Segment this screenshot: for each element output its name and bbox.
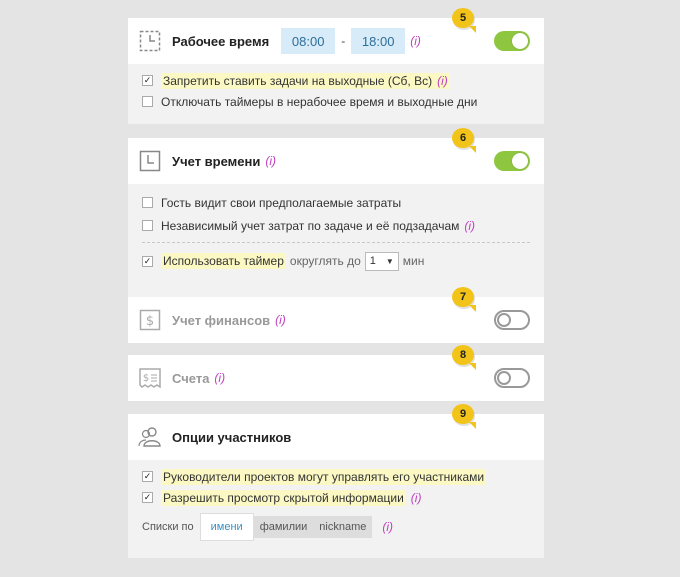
work-time-section: Рабочее время 08:00 - 18:00 (i) 5 ✓ Запр… [128, 8, 544, 124]
option-weekend-tasks[interactable]: ✓ Запретить ставить задачи на выходные (… [142, 70, 530, 91]
round-select[interactable]: 1 ▼ [364, 251, 399, 271]
checkbox-checked[interactable]: ✓ [142, 492, 153, 503]
step-badge-7: 7 [452, 287, 476, 312]
round-unit: мин [402, 254, 425, 268]
work-time-header: Рабочее время 08:00 - 18:00 (i) 5 [128, 8, 544, 64]
chevron-down-icon: ▼ [385, 256, 394, 266]
invoices-info-icon[interactable]: (i) [214, 371, 225, 385]
list-by-row: Списки по имени фамилии nickname (i) [142, 512, 530, 542]
invoices-header: $ Счета (i) 8 [128, 345, 544, 401]
svg-text:$: $ [146, 314, 154, 329]
checkbox-checked[interactable]: ✓ [142, 471, 153, 482]
step-badge-9: 9 [452, 404, 476, 429]
toggle-knob [512, 33, 528, 49]
work-time-icon [138, 29, 162, 53]
members-header: Опции участников 9 [128, 404, 544, 460]
option-guest-costs[interactable]: Гость видит свои предполагаемые затраты [142, 192, 530, 213]
finance-toggle[interactable] [494, 310, 530, 330]
checkbox-checked[interactable]: ✓ [142, 75, 153, 86]
toggle-knob [512, 153, 528, 169]
finance-header: $ Учет финансов (i) 7 [128, 287, 544, 343]
invoice-icon: $ [138, 366, 162, 390]
round-label: округлять до [289, 254, 361, 268]
info-icon[interactable]: (i) [437, 74, 448, 88]
list-by-first-name[interactable]: имени [199, 513, 254, 541]
option-hidden-info-label: Разрешить просмотр скрытой информации [161, 489, 406, 506]
checkbox-unchecked[interactable] [142, 197, 153, 208]
time-tracking-section: Учет времени (i) 6 Гость видит свои пред… [128, 128, 544, 300]
dollar-icon: $ [138, 308, 162, 332]
work-time-start-input[interactable]: 08:00 [281, 28, 336, 54]
divider [142, 242, 530, 243]
time-tracking-toggle[interactable] [494, 151, 530, 171]
list-by-last-name[interactable]: фамилии [253, 516, 314, 538]
checkbox-unchecked[interactable] [142, 96, 153, 107]
toggle-knob [497, 313, 511, 327]
finance-section: $ Учет финансов (i) 7 [128, 287, 544, 343]
members-section: Опции участников 9 ✓ Руководители проект… [128, 404, 544, 558]
use-timer-label: Использовать таймер [161, 253, 286, 269]
invoices-title: Счета [172, 370, 210, 386]
invoices-toggle[interactable] [494, 368, 530, 388]
svg-text:$: $ [143, 373, 149, 384]
members-options: ✓ Руководители проектов могут управлять … [128, 460, 544, 558]
option-disable-timers[interactable]: Отключать таймеры в нерабочее время и вы… [142, 91, 530, 112]
invoices-section: $ Счета (i) 8 [128, 345, 544, 401]
work-time-toggle[interactable] [494, 31, 530, 51]
info-icon[interactable]: (i) [411, 491, 422, 505]
finance-title: Учет финансов [172, 312, 271, 328]
time-tracking-title: Учет времени [172, 153, 261, 169]
time-tracking-header: Учет времени (i) 6 [128, 128, 544, 184]
step-badge-8: 8 [452, 345, 476, 370]
work-time-info-icon[interactable]: (i) [410, 34, 421, 48]
list-by-nickname[interactable]: nickname [313, 516, 373, 538]
option-guest-costs-label: Гость видит свои предполагаемые затраты [161, 195, 402, 210]
finance-info-icon[interactable]: (i) [275, 313, 286, 327]
work-time-title: Рабочее время [172, 33, 270, 49]
option-weekend-tasks-label: Запретить ставить задачи на выходные (Сб… [163, 73, 433, 88]
list-by-info-icon[interactable]: (i) [382, 520, 393, 534]
work-time-options: ✓ Запретить ставить задачи на выходные (… [128, 64, 544, 124]
toggle-knob [497, 371, 511, 385]
work-time-end-input[interactable]: 18:00 [351, 28, 406, 54]
work-time-separator: - [341, 34, 346, 48]
round-value: 1 [369, 255, 376, 267]
option-managers-control[interactable]: ✓ Руководители проектов могут управлять … [142, 466, 530, 487]
users-icon [138, 425, 162, 449]
option-independent-costs[interactable]: Независимый учет затрат по задаче и её п… [142, 215, 530, 236]
time-tracking-options: Гость видит свои предполагаемые затраты … [128, 184, 544, 300]
checkbox-checked[interactable]: ✓ [142, 255, 153, 267]
time-tracking-info-icon[interactable]: (i) [265, 154, 276, 168]
option-hidden-info[interactable]: ✓ Разрешить просмотр скрытой информации … [142, 487, 530, 508]
list-by-label: Списки по [142, 521, 194, 533]
members-title: Опции участников [172, 429, 292, 445]
option-managers-control-label: Руководители проектов могут управлять ег… [161, 468, 487, 485]
option-independent-costs-label: Независимый учет затрат по задаче и её п… [161, 218, 460, 233]
option-disable-timers-label: Отключать таймеры в нерабочее время и вы… [161, 94, 478, 109]
step-badge-5: 5 [452, 8, 476, 33]
step-badge-6: 6 [452, 128, 476, 153]
checkbox-unchecked[interactable] [142, 220, 153, 231]
info-icon[interactable]: (i) [464, 219, 475, 233]
clock-icon [138, 149, 162, 173]
list-by-segmented-control: имени фамилии nickname [199, 513, 373, 541]
option-use-timer[interactable]: ✓ Использовать таймер округлять до 1 ▼ м… [142, 249, 530, 273]
